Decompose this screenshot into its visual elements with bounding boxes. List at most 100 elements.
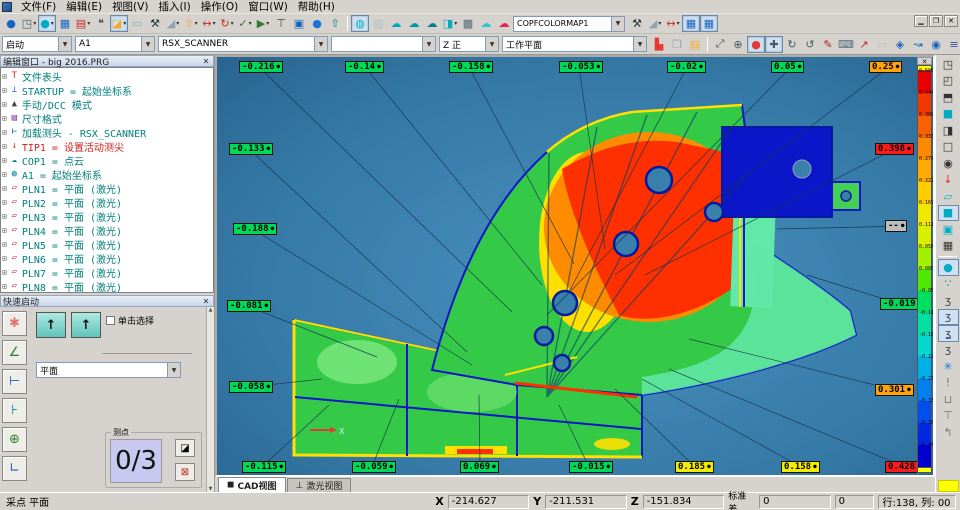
measure-up2-button[interactable]: ↑ (71, 312, 101, 338)
tree-item-8[interactable]: ⊞▱PLN1 = 平面 (激光) (2, 181, 213, 195)
color-square-icon[interactable]: ▙ (650, 36, 668, 53)
cad-drawing-area[interactable]: X -0.216●-0.14●-0.158●-0.053●-0.02●0.05●… (217, 57, 921, 475)
chevron-down-icon[interactable]: ▼ (167, 363, 180, 377)
checkbox-icon[interactable] (106, 316, 115, 325)
tree-item-11[interactable]: ⊞▱PLN4 = 平面 (激光) (2, 223, 213, 237)
single-click-select-checkbox[interactable]: 单击选择 (106, 314, 154, 327)
view-wire-icon[interactable]: □ (938, 139, 959, 156)
tip-combo[interactable]: ▼ (331, 36, 436, 52)
menu-item-3[interactable]: 插入(I) (153, 0, 195, 14)
image-icon[interactable]: ▨ (369, 15, 387, 32)
dimension2-icon[interactable]: ↔▾ (664, 15, 682, 32)
view-front-icon[interactable]: ⬒ (938, 89, 959, 106)
cloud-align-icon[interactable]: ☁ (405, 15, 423, 32)
feature-type-dropdown[interactable]: 平面 ▼ (36, 362, 181, 378)
t0-icon[interactable]: ⊤ (272, 15, 290, 32)
check-icon[interactable]: ✓▾ (236, 15, 254, 32)
mode-combo[interactable]: 启动▼ (2, 36, 72, 52)
expand-icon[interactable]: ⊞ (2, 212, 7, 221)
dimension-icon[interactable]: ↔▾ (200, 15, 218, 32)
expand-icon[interactable]: ⊞ (2, 184, 7, 193)
close-icon[interactable]: ✕ (201, 297, 211, 306)
upload-icon[interactable]: ⇧ (326, 15, 344, 32)
add-point-button[interactable]: ◪ (175, 439, 195, 457)
paint-probe-icon[interactable]: ◪▾ (110, 15, 128, 32)
workplane-combo[interactable]: 工作平面▼ (502, 36, 647, 52)
cloud-sphere-icon[interactable]: ● (938, 259, 959, 276)
tree-item-1[interactable]: ⊞⟂STARTUP = 起始坐标系 (2, 83, 213, 97)
fixture2-icon[interactable]: ◢▾ (646, 15, 664, 32)
laser-probe-tool-icon[interactable]: ⊦ (2, 398, 27, 423)
report-icon[interactable]: ▤▾ (74, 15, 92, 32)
tab-cad-view[interactable]: ◼CAD视图 (218, 477, 286, 492)
quickstart-text-field[interactable] (102, 342, 192, 354)
expand-icon[interactable]: ⊞ (2, 142, 7, 151)
camera-icon[interactable]: ◉ (927, 36, 945, 53)
menu-item-2[interactable]: 视图(V) (107, 0, 153, 14)
rgb-stack-icon[interactable]: ≡ (945, 36, 960, 53)
cloud-pair-icon[interactable]: ∵ (938, 276, 959, 293)
tree-item-10[interactable]: ⊞▱PLN3 = 平面 (激光) (2, 209, 213, 223)
axes-tool-icon[interactable]: ∠ (2, 340, 27, 365)
cloud-pair-icon[interactable]: ☁ (477, 15, 495, 32)
pen-probe-icon[interactable]: ✎ (819, 36, 837, 53)
expand-icon[interactable]: ⊞ (2, 100, 7, 109)
tree-item-5[interactable]: ⊞↓TIP1 = 设置活动测尖 (2, 139, 213, 153)
zplus-combo[interactable]: Z 正▼ (439, 36, 499, 52)
point-cloud-tool-icon[interactable]: ✱ (2, 311, 27, 336)
expand-icon[interactable]: ⊞ (2, 268, 7, 277)
expand-icon[interactable]: ⊞ (2, 282, 7, 291)
colormap-close-icon[interactable]: ✕ (917, 57, 932, 65)
chevron-down-icon[interactable]: ▼ (611, 17, 624, 31)
tree-item-4[interactable]: ⊞⊢加载测头 - RSX_SCANNER (2, 125, 213, 139)
tree-item-13[interactable]: ⊞▱PLN6 = 平面 (激光) (2, 251, 213, 265)
grid-blue-icon[interactable]: ▦ (682, 15, 700, 32)
laser-probe2-icon[interactable]: ʒ (938, 309, 959, 326)
elbow-tool-icon[interactable]: ∟ (2, 456, 27, 481)
menu-item-4[interactable]: 操作(O) (196, 0, 243, 14)
export-icon[interactable]: ⇧▾ (182, 15, 200, 32)
mesh-view-icon[interactable]: ▦ (938, 238, 959, 255)
sphere-icon[interactable]: ● (308, 15, 326, 32)
red-ball-icon[interactable]: ● (747, 36, 765, 53)
tree-item-14[interactable]: ⊞▱PLN7 = 平面 (激光) (2, 265, 213, 279)
grid-blue2-icon[interactable]: ▦ (700, 15, 718, 32)
menu-item-5[interactable]: 窗口(W) (243, 0, 293, 14)
probe-mode-icon[interactable]: ● (2, 15, 20, 32)
stand-tool-icon[interactable]: ⊤ (938, 408, 959, 425)
fixture-icon[interactable]: ◢▾ (164, 15, 182, 32)
pin-tool-icon[interactable]: ! (938, 375, 959, 392)
laser-probe3-icon[interactable]: ʓ (938, 325, 959, 342)
cad-view[interactable]: X -0.216●-0.14●-0.158●-0.053●-0.02●0.05●… (215, 55, 935, 477)
tree-item-15[interactable]: ⊞▱PLN8 = 平面 (激光) (2, 279, 213, 293)
globe-icon[interactable]: ⊕ (729, 36, 747, 53)
cloud-points-icon[interactable]: ☁ (423, 15, 441, 32)
view-cube-icon[interactable]: ◳▾ (20, 15, 38, 32)
quickstart-titlebar[interactable]: 快速启动 ✕ (0, 295, 214, 307)
edit-window-titlebar[interactable]: 编辑窗口 - big 2016.PRG ✕ (0, 55, 214, 67)
delete-point-button[interactable]: ⊠ (175, 463, 195, 481)
cloud-colormap-icon[interactable]: ☁ (495, 15, 513, 32)
clipboard-icon[interactable]: ▤ (686, 36, 704, 53)
expand-icon[interactable]: ⊞ (2, 240, 7, 249)
red-probe-icon[interactable]: ↗ (855, 36, 873, 53)
menu-item-0[interactable]: 文件(F) (16, 0, 61, 14)
hammer-icon[interactable]: ⚒ (146, 15, 164, 32)
expand-icon[interactable]: ⊞ (2, 156, 7, 165)
path-icon[interactable]: ↝ (909, 36, 927, 53)
laser-probe-icon[interactable]: ʒ (938, 292, 959, 309)
view-back-icon[interactable]: ◨ (938, 122, 959, 139)
mdi-restore-button[interactable]: ❐ (929, 15, 943, 27)
solid-cube-icon[interactable]: ■ (938, 205, 959, 222)
chevron-down-icon[interactable]: ▼ (422, 37, 435, 51)
expand-icon[interactable]: ⊞ (2, 254, 7, 263)
close-icon[interactable]: ✕ (201, 57, 211, 66)
mdi-minimize-button[interactable]: ▁ (914, 15, 928, 27)
hammer2-icon[interactable]: ⚒ (628, 15, 646, 32)
comment-icon[interactable]: ❝ (92, 15, 110, 32)
tree-item-12[interactable]: ⊞▱PLN5 = 平面 (激光) (2, 237, 213, 251)
laser-probe4-icon[interactable]: ʒ (938, 342, 959, 359)
resize-icon[interactable]: ⤢ (711, 36, 729, 53)
colormap-combo[interactable]: COPFCOLORMAP1▼ (513, 16, 625, 32)
chevron-down-icon[interactable]: ▼ (141, 37, 154, 51)
